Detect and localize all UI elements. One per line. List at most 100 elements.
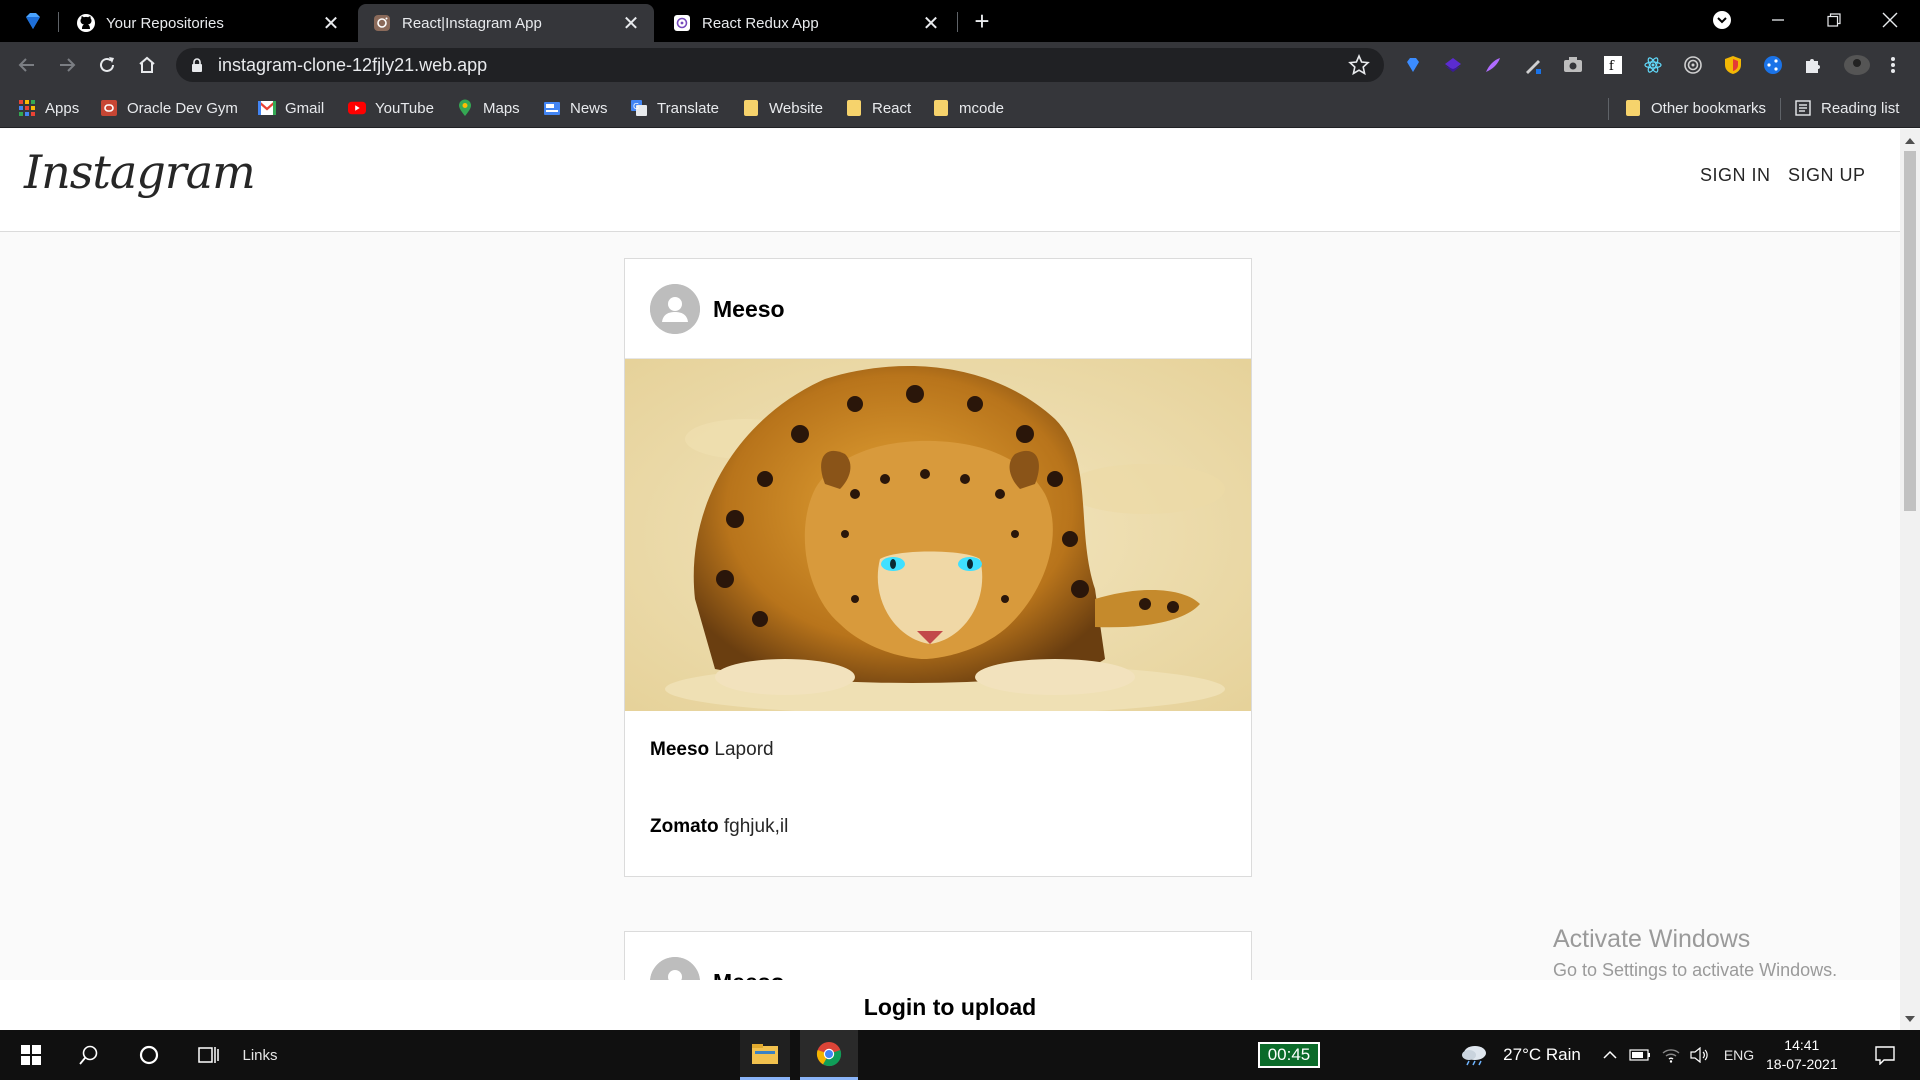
bookmark-news[interactable]: News xyxy=(543,96,608,120)
scroll-up-arrow-icon[interactable] xyxy=(1905,138,1915,144)
wifi-icon[interactable] xyxy=(1658,1030,1684,1080)
comment-username[interactable]: Meeso xyxy=(650,739,709,760)
share-extension-icon[interactable] xyxy=(1762,54,1784,76)
task-view-icon[interactable] xyxy=(186,1030,232,1080)
web-page: Instagram SIGN IN SIGN UP Meeso Meeso La… xyxy=(0,129,1900,1030)
system-clock[interactable]: 14:41 18-07-2021 xyxy=(1766,1036,1838,1074)
shield-extension-icon[interactable] xyxy=(1722,54,1744,76)
menu-dots-icon[interactable] xyxy=(1882,54,1904,76)
bookmark-oracle-dev-gym[interactable]: Oracle Dev Gym xyxy=(100,96,238,120)
chrome-taskbar-icon[interactable] xyxy=(800,1030,858,1080)
notifications-icon[interactable] xyxy=(1862,1030,1908,1080)
tab-title: React Redux App xyxy=(702,14,819,32)
volume-icon[interactable] xyxy=(1686,1030,1714,1080)
back-button[interactable] xyxy=(12,50,42,80)
url-text[interactable]: instagram-clone-12fjly21.web.app xyxy=(218,55,487,76)
close-window-button[interactable] xyxy=(1862,0,1918,40)
bookmark-label: News xyxy=(570,99,608,117)
forward-button[interactable] xyxy=(52,50,82,80)
bookmark-label: Gmail xyxy=(285,99,325,117)
minimize-button[interactable] xyxy=(1750,0,1806,40)
scroll-down-arrow-icon[interactable] xyxy=(1905,1016,1915,1022)
weather-rain-icon[interactable] xyxy=(1458,1030,1490,1080)
github-icon xyxy=(76,13,96,33)
tab-search-button[interactable] xyxy=(1694,0,1750,40)
close-tab-icon[interactable]: ✕ xyxy=(320,12,342,35)
cortana-icon[interactable] xyxy=(126,1030,172,1080)
reload-button[interactable] xyxy=(92,50,122,80)
file-explorer-icon[interactable] xyxy=(740,1030,790,1080)
bookmark-label: mcode xyxy=(959,99,1005,117)
lock-icon[interactable] xyxy=(190,57,204,73)
app-header: Instagram SIGN IN SIGN UP xyxy=(0,129,1900,232)
windows-start-icon[interactable] xyxy=(8,1030,54,1080)
tab-react-redux-app[interactable]: React Redux App ✕ xyxy=(658,4,954,42)
redux-icon xyxy=(672,13,692,33)
links-toolbar[interactable]: Links xyxy=(238,1030,282,1080)
diamond-extension-icon[interactable] xyxy=(22,10,44,32)
comment-username[interactable]: Zomato xyxy=(650,816,719,837)
windows-taskbar: Links 00:45 27°C Rain ENG 14:41 18-07-20… xyxy=(0,1030,1920,1080)
gmail-icon xyxy=(258,99,276,117)
sign-in-button[interactable]: SIGN IN xyxy=(1700,165,1771,186)
tab-instagram-app[interactable]: React|Instagram App ✕ xyxy=(358,4,654,42)
close-tab-icon[interactable]: ✕ xyxy=(920,12,942,35)
address-bar[interactable]: instagram-clone-12fjly21.web.app xyxy=(176,48,1384,82)
bookmark-folder-react[interactable]: React xyxy=(845,96,911,120)
search-icon[interactable] xyxy=(66,1030,112,1080)
target-extension-icon[interactable] xyxy=(1682,54,1704,76)
pen-extension-icon[interactable] xyxy=(1522,54,1544,76)
bookmark-label: Other bookmarks xyxy=(1651,99,1767,117)
bookmark-youtube[interactable]: YouTube xyxy=(348,96,434,120)
login-to-upload-text[interactable]: Login to upload xyxy=(864,994,1036,1021)
feather-extension-icon[interactable] xyxy=(1482,54,1504,76)
comment-text: Lapord xyxy=(714,739,774,760)
close-tab-icon[interactable]: ✕ xyxy=(620,12,642,35)
bookmark-apps[interactable]: Apps xyxy=(18,96,79,120)
timer-widget[interactable]: 00:45 xyxy=(1258,1042,1320,1068)
bookmark-other-bookmarks[interactable]: Other bookmarks xyxy=(1624,96,1766,120)
bookmark-gmail[interactable]: Gmail xyxy=(258,96,324,120)
chevron-up-icon[interactable] xyxy=(1598,1030,1622,1080)
font-extension-icon[interactable]: f xyxy=(1602,54,1624,76)
bookmark-translate[interactable]: G Translate xyxy=(630,96,719,120)
svg-text:G: G xyxy=(633,102,639,111)
diamond-extension-icon[interactable] xyxy=(1402,54,1424,76)
profile-avatar-icon[interactable] xyxy=(1842,54,1872,76)
instagram-logo[interactable]: Instagram xyxy=(24,145,256,199)
scrollbar-thumb[interactable] xyxy=(1904,151,1916,511)
camera-extension-icon[interactable] xyxy=(1562,54,1584,76)
bookmark-label: Oracle Dev Gym xyxy=(127,99,238,117)
bookmark-folder-mcode[interactable]: mcode xyxy=(932,96,1004,120)
bookmarks-separator xyxy=(1608,98,1609,120)
new-tab-button[interactable]: + xyxy=(968,8,996,35)
home-button[interactable] xyxy=(132,50,162,80)
reading-list-button[interactable]: Reading list xyxy=(1794,96,1899,120)
battery-icon[interactable] xyxy=(1626,1030,1654,1080)
youtube-icon xyxy=(348,99,366,117)
puzzle-extensions-icon[interactable] xyxy=(1802,54,1824,76)
folder-icon xyxy=(932,99,950,117)
bookmark-folder-website[interactable]: Website xyxy=(742,96,823,120)
bookmarks-bar: Apps Oracle Dev Gym Gmail YouTube Maps N… xyxy=(0,88,1920,128)
browser-toolbar: instagram-clone-12fjly21.web.app f xyxy=(0,42,1920,88)
post-username[interactable]: Meeso xyxy=(713,296,785,323)
bookmark-label: Reading list xyxy=(1821,99,1900,117)
weather-text[interactable]: 27°C Rain xyxy=(1496,1030,1588,1080)
bookmark-star-icon[interactable] xyxy=(1348,53,1370,76)
folder-icon xyxy=(1624,99,1642,117)
tab-title: React|Instagram App xyxy=(402,14,542,32)
page-scrollbar[interactable] xyxy=(1900,129,1920,1030)
tab-your-repositories[interactable]: Your Repositories ✕ xyxy=(62,4,354,42)
bookmark-maps[interactable]: Maps xyxy=(456,96,520,120)
react-devtools-icon[interactable] xyxy=(1642,54,1664,76)
reading-list-icon xyxy=(1794,99,1812,117)
post-header: Meeso xyxy=(625,259,1251,359)
language-indicator[interactable]: ENG xyxy=(1718,1030,1760,1080)
restore-button[interactable] xyxy=(1806,0,1862,40)
avatar[interactable] xyxy=(650,284,700,334)
translate-icon: G xyxy=(630,99,648,117)
stack-extension-icon[interactable] xyxy=(1442,54,1464,76)
bookmarks-separator xyxy=(1780,98,1781,120)
sign-up-button[interactable]: SIGN UP xyxy=(1788,165,1866,186)
